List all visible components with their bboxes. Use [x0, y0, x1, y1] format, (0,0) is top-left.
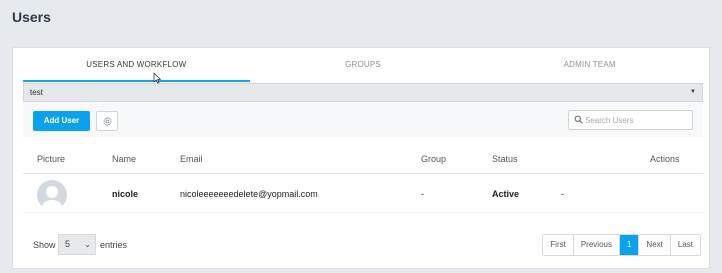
page-length-value: 5 [65, 239, 71, 249]
page-next-button[interactable]: Next [639, 235, 671, 255]
search-field[interactable] [568, 110, 693, 130]
table-footer: Show 5 ⌄ entries First Previous 1 Next L… [23, 234, 703, 256]
entries-label: entries [100, 240, 128, 250]
toolbar: Add User [23, 103, 703, 137]
page-title: Users [12, 9, 51, 25]
show-label: Show [33, 240, 56, 250]
tab-groups[interactable]: GROUPS [250, 48, 477, 82]
gear-icon [102, 116, 112, 126]
user-silhouette-icon [41, 186, 63, 210]
user-email: nicoleeeeeeedelete@yopmail.com [180, 189, 318, 199]
table-row: nicole nicoleeeeeeedelete@yopmail.com - … [23, 175, 703, 213]
user-actions: - [561, 189, 564, 199]
users-card: USERS AND WORKFLOW GROUPS ADMIN TEAM tes… [12, 47, 710, 269]
page-1-button[interactable]: 1 [619, 235, 640, 255]
add-user-button[interactable]: Add User [33, 111, 90, 131]
mouse-pointer-icon [153, 72, 161, 84]
column-header-picture[interactable]: Picture [37, 144, 65, 174]
settings-button[interactable] [96, 111, 118, 131]
user-group: - [421, 189, 424, 199]
column-header-actions: Actions [650, 154, 680, 164]
workflow-select[interactable]: test ▼ [23, 83, 703, 102]
user-name: nicole [112, 189, 139, 199]
tab-bar: USERS AND WORKFLOW GROUPS ADMIN TEAM [23, 48, 703, 82]
avatar [37, 180, 67, 210]
table-header: Picture Name Email Group Status Actions [23, 144, 703, 174]
column-header-name[interactable]: Name [112, 144, 136, 174]
status-badge: Active [492, 189, 520, 199]
column-header-group[interactable]: Group [421, 144, 446, 174]
pagination: First Previous 1 Next Last [542, 234, 701, 256]
tab-users-and-workflow[interactable]: USERS AND WORKFLOW [23, 48, 250, 82]
search-input[interactable] [585, 113, 689, 127]
page-previous-button[interactable]: Previous [573, 235, 620, 255]
page-length-select[interactable]: 5 ⌄ [58, 234, 96, 255]
page-last-button[interactable]: Last [670, 235, 700, 255]
column-header-status[interactable]: Status [492, 144, 518, 174]
chevron-down-icon: ⌄ [84, 240, 91, 249]
page-first-button[interactable]: First [543, 235, 574, 255]
search-icon [574, 115, 583, 124]
tab-admin-team[interactable]: ADMIN TEAM [476, 48, 703, 82]
caret-down-icon: ▼ [690, 89, 696, 95]
workflow-select-value: test [30, 88, 43, 97]
column-header-email[interactable]: Email [180, 144, 203, 174]
